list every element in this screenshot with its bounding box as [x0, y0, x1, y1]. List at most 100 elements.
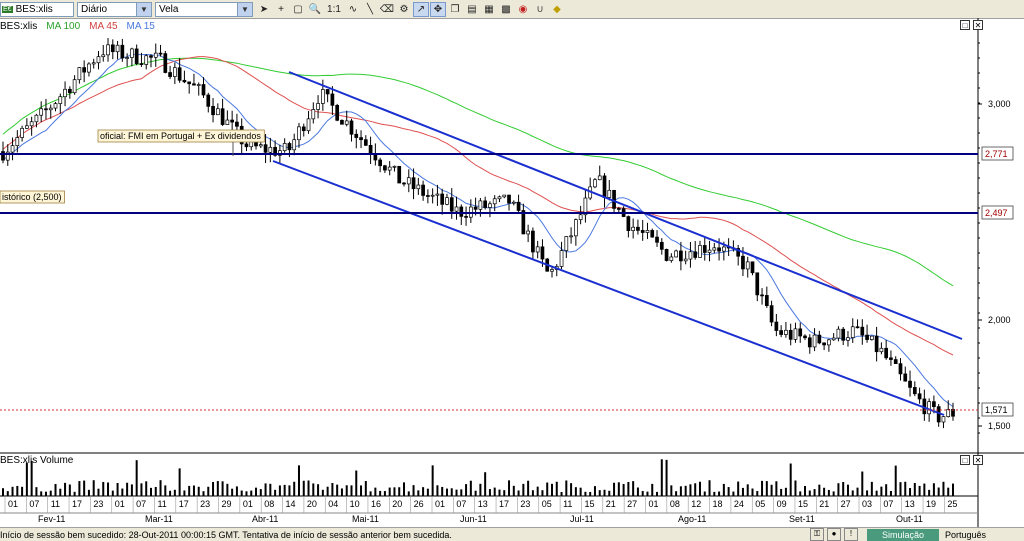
- volume-bar: [784, 487, 787, 496]
- candle-body: [631, 226, 636, 231]
- day-label: 23: [200, 499, 211, 509]
- layout-icon[interactable]: ⚙: [396, 2, 412, 17]
- magnet-icon[interactable]: ✥: [430, 1, 446, 17]
- volume-bar: [68, 484, 71, 496]
- volume-bar: [321, 489, 324, 496]
- price-chart[interactable]: oficial: FMI em Portugal + Ex dividendos…: [0, 18, 1024, 527]
- volume-bar: [937, 487, 940, 496]
- candle-body: [387, 166, 392, 171]
- day-label: 17: [499, 499, 510, 509]
- volume-bar: [627, 481, 630, 496]
- print-icon[interactable]: ▤: [464, 2, 480, 17]
- day-label: 09: [776, 499, 787, 509]
- candle-body: [1, 151, 5, 161]
- candle-body: [932, 401, 936, 408]
- candle-body: [788, 329, 793, 340]
- candle-body: [645, 230, 650, 233]
- image-icon[interactable]: ▦: [481, 2, 497, 17]
- candle-body: [72, 79, 77, 94]
- volume-bar: [255, 487, 258, 496]
- candle-body: [593, 179, 597, 188]
- period-select[interactable]: Diário ▼: [77, 1, 152, 17]
- horseshoe-icon[interactable]: ∪: [532, 2, 548, 17]
- day-label: 15: [584, 499, 595, 509]
- chart-type-select[interactable]: Vela ▼: [155, 1, 253, 17]
- day-label: 17: [72, 499, 83, 509]
- volume-bar: [178, 468, 181, 496]
- volume-bar: [765, 481, 768, 496]
- maximize-icon[interactable]: □: [960, 455, 970, 465]
- volume-bar: [78, 481, 81, 496]
- eraser-icon[interactable]: ⌫: [379, 2, 395, 17]
- chart-frame: [0, 18, 1024, 527]
- candle-body: [258, 144, 263, 147]
- volume-bar: [436, 485, 439, 496]
- maximize-icon[interactable]: □: [960, 20, 970, 30]
- line-icon[interactable]: ╲: [362, 2, 378, 17]
- simulation-button[interactable]: Simulação: [867, 528, 939, 541]
- symbol-combo[interactable]: E€ BES:xlis: [0, 1, 74, 17]
- volume-bar: [932, 483, 935, 496]
- volume-bar: [6, 491, 9, 496]
- volume-bar: [221, 481, 224, 496]
- legend-symbol: BES:xlis: [0, 20, 38, 32]
- grid-icon[interactable]: ▩: [498, 2, 514, 17]
- info-icon[interactable]: ▢: [290, 2, 306, 17]
- month-label: Set-11: [789, 514, 815, 524]
- volume-bar: [450, 488, 453, 496]
- candle-body: [917, 393, 922, 400]
- candle-body: [640, 230, 645, 233]
- trend-icon[interactable]: ↗: [413, 1, 429, 17]
- candle-body: [206, 94, 211, 107]
- volume-bar: [226, 483, 229, 496]
- candle-body: [445, 197, 449, 205]
- month-label: Jun-11: [460, 514, 487, 524]
- zoom-icon[interactable]: 🔍: [307, 2, 323, 17]
- horizontal-lines[interactable]: oficial: FMI em Portugal + Ex dividendos…: [0, 129, 978, 411]
- candle-body: [215, 108, 220, 116]
- volume-bar: [469, 480, 472, 496]
- volume-bar: [584, 491, 587, 496]
- crosshair-icon[interactable]: +: [273, 2, 289, 17]
- candle-body: [211, 106, 215, 116]
- volume-bar: [379, 490, 382, 496]
- wave-icon[interactable]: ∿: [345, 2, 361, 17]
- volume-bar: [264, 483, 267, 496]
- close-icon[interactable]: ✕: [973, 20, 983, 30]
- candle-body: [869, 335, 874, 340]
- close-icon[interactable]: ✕: [973, 455, 983, 465]
- candle-body: [769, 305, 774, 323]
- candle-body: [531, 230, 535, 253]
- sound-icon[interactable]: ◉: [515, 2, 531, 17]
- volume-bar: [508, 480, 511, 496]
- volume-bar: [718, 491, 721, 496]
- zoom-1-1-icon[interactable]: 1:1: [324, 2, 344, 17]
- connection-icon: ●: [827, 528, 841, 541]
- volume-bar: [97, 488, 100, 496]
- candle-body: [874, 335, 879, 353]
- moving-averages: [2, 53, 954, 408]
- shape-icon[interactable]: ◆: [549, 2, 565, 17]
- volume-bar: [622, 483, 625, 496]
- candle-body: [760, 294, 764, 297]
- volume-bar: [350, 485, 353, 496]
- volume-bar: [16, 485, 19, 496]
- volume-bar: [885, 484, 888, 496]
- day-label: 08: [264, 499, 275, 509]
- volume-bar: [445, 488, 448, 496]
- candle-body: [306, 118, 311, 132]
- trend-channel[interactable]: [272, 71, 963, 416]
- candle-body: [10, 145, 15, 153]
- chevron-down-icon: ▼: [237, 2, 252, 16]
- pointer-icon[interactable]: ➤: [256, 2, 272, 17]
- legend-ma15: MA 15: [126, 20, 155, 32]
- candle-body: [349, 120, 354, 135]
- volume-bar: [130, 484, 133, 496]
- candle-body: [717, 247, 721, 252]
- clone-icon[interactable]: ❐: [447, 2, 463, 17]
- volume-bar: [25, 462, 28, 496]
- candle-body: [626, 216, 631, 231]
- candle-body: [540, 246, 545, 260]
- volume-bar: [918, 485, 921, 496]
- month-label: Mar-11: [145, 514, 173, 524]
